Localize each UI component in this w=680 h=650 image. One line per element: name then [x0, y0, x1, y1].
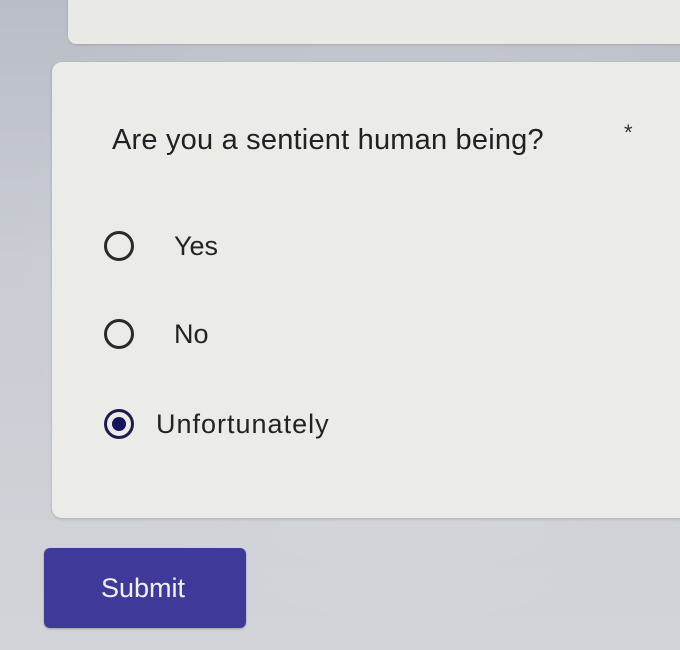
submit-button-label: Submit: [100, 572, 186, 603]
option-no-label: No: [174, 318, 209, 349]
previous-question-card: [68, 0, 680, 44]
radio-unchecked-icon[interactable]: [104, 231, 134, 261]
option-no[interactable]: No: [104, 314, 209, 354]
question-title: Are you a sentient human being?: [112, 124, 544, 156]
option-unfortunately-label: Unfortunately: [156, 408, 330, 439]
required-asterisk: *: [624, 120, 633, 145]
option-yes-label: Yes: [174, 230, 219, 261]
submit-button[interactable]: Submit: [44, 548, 246, 628]
option-unfortunately[interactable]: Unfortunately: [104, 404, 330, 444]
radio-checked-icon[interactable]: [104, 409, 134, 439]
radio-unchecked-icon[interactable]: [104, 319, 134, 349]
option-yes[interactable]: Yes: [104, 226, 218, 266]
